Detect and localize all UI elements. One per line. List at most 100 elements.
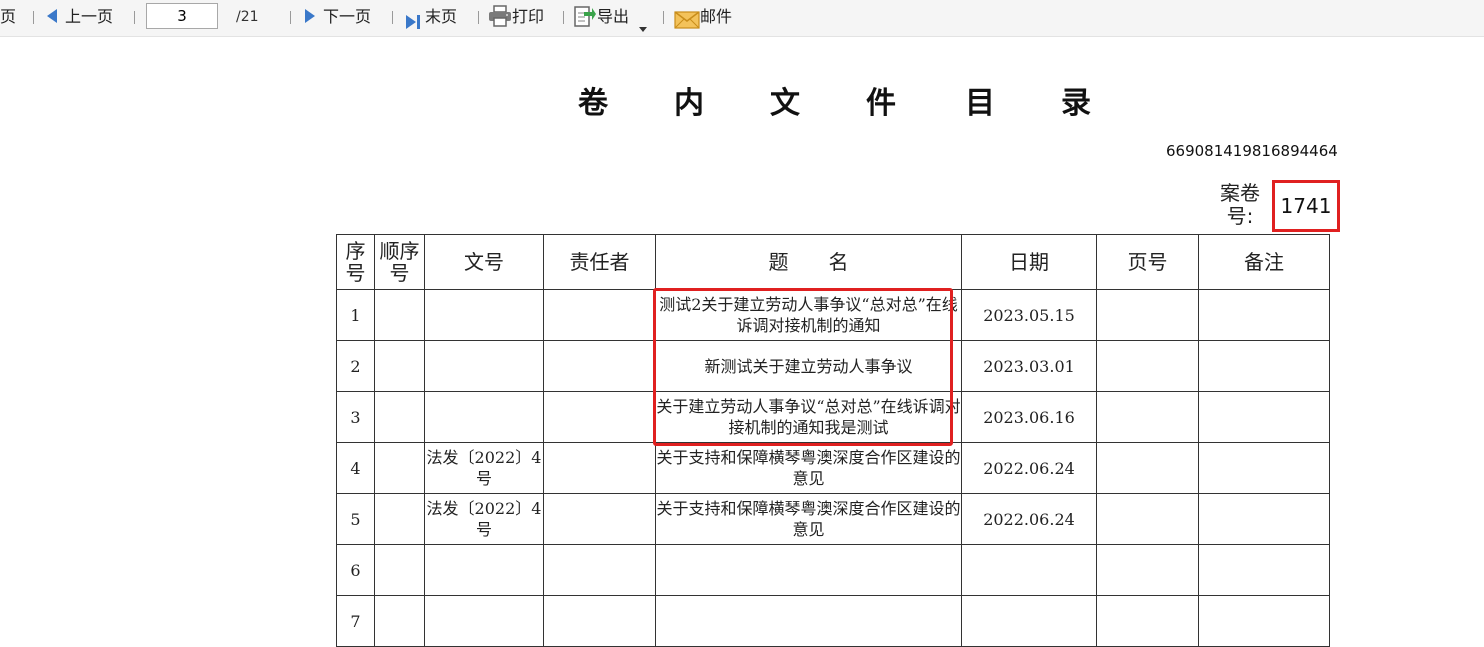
cell-title [655,544,962,596]
cell-responsible [543,595,656,647]
cell-seq: 4 [336,442,375,494]
cell-date [961,544,1097,596]
printer-icon [488,5,512,27]
page-title-char: 目 [965,86,995,121]
toolbar-divider [663,11,664,24]
cell-order [374,442,425,494]
cell-order [374,391,425,443]
cell-date: 2022.06.24 [961,442,1097,494]
header-seq: 序号 [336,234,375,290]
first-page-label: 页 [0,7,17,26]
toolbar-divider [563,11,564,24]
cell-doc-no: 法发〔2022〕4 号 [424,442,544,494]
report-toolbar: 页 上一页 /21 下一页 末页 打印 [0,0,1484,37]
cell-title: 新测试关于建立劳动人事争议 [655,340,962,392]
cell-seq: 3 [336,391,375,443]
export-label: 导出 [597,7,630,26]
table-row: 4 法发〔2022〕4 号 关于支持和保障横琴粤澳深度合作区建设的意见 2022… [336,442,1330,494]
document-id: 669081419816894464 [1166,142,1338,160]
mail-button[interactable]: 邮件 [674,0,732,34]
table-row: 5 法发〔2022〕4 号 关于支持和保障横琴粤澳深度合作区建设的意见 2022… [336,493,1330,545]
page-title-char: 文 [770,86,800,121]
cell-order [374,493,425,545]
table-row: 7 [336,595,1330,647]
cell-responsible [543,391,656,443]
cell-responsible [543,442,656,494]
cell-doc-no [424,340,544,392]
cell-responsible [543,340,656,392]
export-button[interactable]: 导出 [573,0,648,34]
mail-label: 邮件 [700,7,733,26]
cell-date: 2023.06.16 [961,391,1097,443]
cell-seq: 1 [336,289,375,341]
table-row: 3 关于建立劳动人事争议“总对总”在线诉调对接机制的通知我是测试 2023.06… [336,391,1330,443]
first-page-button[interactable]: 页 [0,0,16,34]
last-page-button[interactable]: 末页 [405,0,457,34]
toolbar-divider [134,11,135,24]
table-row: 6 [336,544,1330,596]
cell-note [1198,289,1330,341]
envelope-icon [674,7,700,29]
cell-responsible [543,544,656,596]
cell-doc-no [424,544,544,596]
cell-page [1096,391,1199,443]
last-page-label: 末页 [425,7,458,26]
table-row: 2 新测试关于建立劳动人事争议 2023.03.01 [336,340,1330,392]
cell-order [374,289,425,341]
cell-doc-no [424,391,544,443]
cell-seq: 6 [336,544,375,596]
header-note: 备注 [1198,234,1330,290]
prev-page-button[interactable]: 上一页 [47,0,113,34]
cell-page [1096,442,1199,494]
cell-order [374,595,425,647]
page-title-char: 录 [1061,86,1091,121]
cell-title [655,595,962,647]
cell-order [374,544,425,596]
next-page-button[interactable]: 下一页 [305,0,371,34]
cell-date: 2023.03.01 [961,340,1097,392]
header-order: 顺序号 [374,234,425,290]
export-icon [573,4,597,28]
cell-doc-no [424,595,544,647]
cell-date [961,595,1097,647]
page-title-char: 件 [866,86,896,121]
table-row: 1 测试2关于建立劳动人事争议“总对总”在线诉调对接机制的通知 2023.05.… [336,289,1330,341]
header-date: 日期 [961,234,1097,290]
toolbar-divider [33,11,34,24]
next-page-label: 下一页 [323,7,372,26]
last-page-icon [405,8,421,29]
toolbar-divider [290,11,291,24]
table-header-row: 序号 顺序号 文号 责任者 题 名 日期 页号 备注 [336,234,1330,290]
toolbar-divider [478,11,479,24]
cell-note [1198,442,1330,494]
cell-seq: 2 [336,340,375,392]
cell-note [1198,595,1330,647]
print-label: 打印 [512,7,545,26]
cell-note [1198,493,1330,545]
cell-date: 2022.06.24 [961,493,1097,545]
case-number-label: 案卷号: [1220,181,1260,228]
cell-page [1096,544,1199,596]
cell-note [1198,340,1330,392]
cell-seq: 7 [336,595,375,647]
triangle-left-icon [47,9,57,23]
page-total: /21 [236,9,259,25]
cell-responsible [543,493,656,545]
cell-note [1198,391,1330,443]
page-number-input[interactable] [146,3,218,29]
header-doc-no: 文号 [424,234,544,290]
cell-order [374,340,425,392]
cell-title: 关于支持和保障横琴粤澳深度合作区建设的意见 [655,442,962,494]
cell-doc-no [424,289,544,341]
cell-page [1096,493,1199,545]
cell-date: 2023.05.15 [961,289,1097,341]
toolbar-divider [392,11,393,24]
cell-title: 关于建立劳动人事争议“总对总”在线诉调对接机制的通知我是测试 [655,391,962,443]
header-title: 题 名 [655,234,962,290]
cell-seq: 5 [336,493,375,545]
page-title-char: 卷 [578,86,608,121]
cell-doc-no: 法发〔2022〕4 号 [424,493,544,545]
print-button[interactable]: 打印 [488,0,544,34]
triangle-right-icon [305,9,315,23]
cell-title: 测试2关于建立劳动人事争议“总对总”在线诉调对接机制的通知 [655,289,962,341]
